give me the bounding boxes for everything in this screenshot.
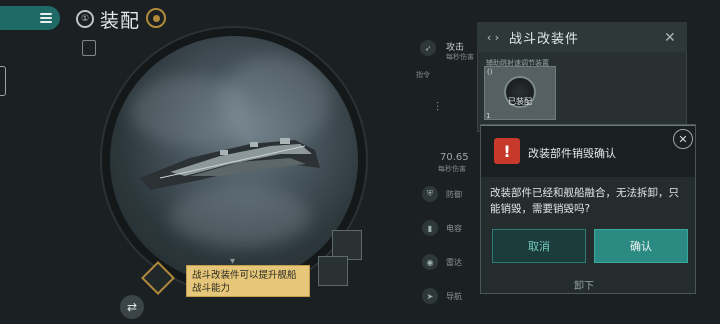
module-panel-title: 战斗改装件 <box>509 31 580 47</box>
position-label: 指令 <box>416 71 430 79</box>
navigation-icon: ➤ <box>422 288 438 304</box>
dialog-close-icon[interactable]: ✕ <box>673 129 693 149</box>
unload-button[interactable]: 卸下 <box>574 277 594 292</box>
module-tooltip: 战斗改装件可以提升舰船战斗能力 <box>186 265 310 297</box>
module-panel-header: ‹ › 战斗改装件 <box>477 22 687 52</box>
turret-icon: ⫶ <box>436 100 440 114</box>
left-edge-tab[interactable] <box>0 66 6 96</box>
confirm-button[interactable]: 确认 <box>594 229 688 263</box>
target-icon[interactable] <box>146 8 166 28</box>
warning-icon: ! <box>494 138 520 164</box>
dialog-message: 改装部件已经和舰船融合，无法拆卸，只能销毁，需要销毁吗? <box>490 187 679 215</box>
equipped-badge: 已装配 <box>508 97 532 106</box>
page-title: 装配 <box>100 9 141 32</box>
weapon-slot-2[interactable] <box>318 256 348 286</box>
dps-sub-label: 每秒伤害 <box>438 165 466 173</box>
stat-row-defense[interactable]: ⛨ 防御 <box>422 186 462 202</box>
attack-sub-label: 每秒伤害 <box>446 53 474 61</box>
info-circle-icon[interactable]: ① <box>76 10 94 28</box>
page-header: ① 装配 <box>76 6 140 32</box>
module-panel-close-icon[interactable]: ✕ <box>664 30 676 46</box>
battery-icon: ▮ <box>422 220 438 236</box>
card-corner-icon: () <box>487 68 493 76</box>
swap-icon[interactable]: ⇄ <box>120 295 144 319</box>
menu-button[interactable] <box>0 6 60 30</box>
hamburger-icon <box>40 13 52 23</box>
cancel-button[interactable]: 取消 <box>492 229 586 263</box>
stat-row-capacitor[interactable]: ▮ 电容 <box>422 220 462 236</box>
ship-model-image <box>140 138 320 190</box>
attack-icon: ➶ <box>420 40 436 56</box>
stat-row-radar[interactable]: ◉ 雷达 <box>422 254 462 270</box>
module-brace-icon: ‹ › <box>486 30 500 44</box>
shield-icon: ⛨ <box>422 186 438 202</box>
dialog-title: 改装部件销毁确认 <box>528 147 616 160</box>
document-icon[interactable] <box>82 40 96 56</box>
dps-value: 70.65 <box>440 152 469 163</box>
stat-row-navigation[interactable]: ➤ 导航 <box>422 288 462 304</box>
radar-icon: ◉ <box>422 254 438 270</box>
card-number: 1 <box>486 112 491 120</box>
